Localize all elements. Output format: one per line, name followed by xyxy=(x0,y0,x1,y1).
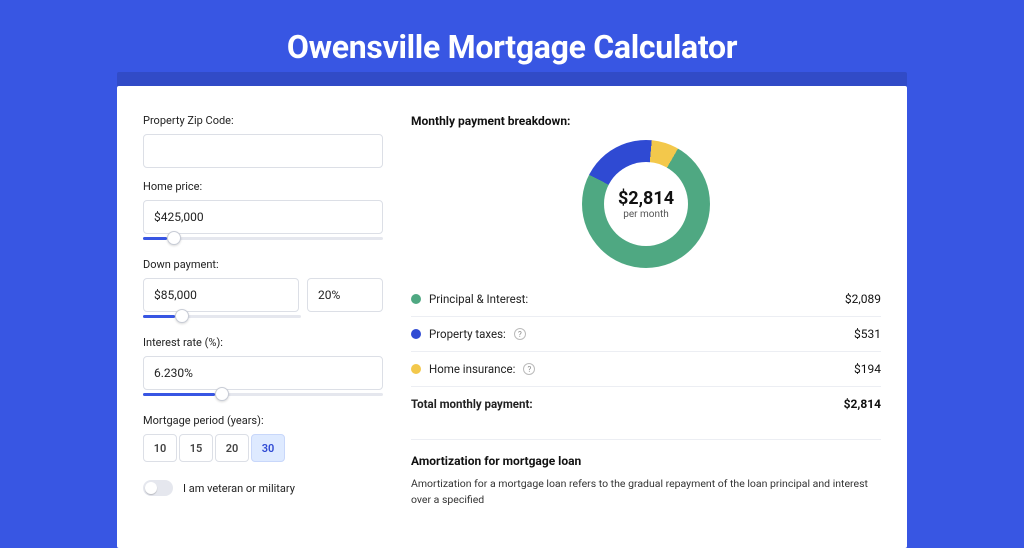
form-column: Property Zip Code: Home price: Down paym… xyxy=(143,114,383,508)
total-value: $2,814 xyxy=(844,397,881,411)
period-button-10[interactable]: 10 xyxy=(143,434,177,462)
mortgage-period-label: Mortgage period (years): xyxy=(143,414,383,427)
home-price-slider[interactable] xyxy=(143,232,383,246)
period-button-30[interactable]: 30 xyxy=(251,434,285,462)
page-title: Owensville Mortgage Calculator xyxy=(0,0,1024,86)
mortgage-period-group: 10152030 xyxy=(143,434,383,462)
down-payment-label: Down payment: xyxy=(143,258,383,271)
breakdown-value: $194 xyxy=(854,362,881,376)
payment-donut-chart: $2,814 per month xyxy=(582,140,710,268)
calculator-card: Property Zip Code: Home price: Down paym… xyxy=(117,86,907,548)
down-payment-pct-input[interactable] xyxy=(307,278,383,312)
donut-amount: $2,814 xyxy=(618,188,674,209)
home-price-input[interactable] xyxy=(143,200,383,234)
breakdown-value: $2,089 xyxy=(845,292,881,306)
legend-dot xyxy=(411,329,421,339)
results-column: Monthly payment breakdown: $2,814 per mo… xyxy=(411,114,881,508)
breakdown-row: Principal & Interest: $2,089 xyxy=(411,282,881,316)
breakdown-row: Home insurance:? $194 xyxy=(411,351,881,386)
amortization-body: Amortization for a mortgage loan refers … xyxy=(411,476,881,508)
down-payment-input[interactable] xyxy=(143,278,299,312)
breakdown-label: Principal & Interest: xyxy=(429,292,528,306)
veteran-toggle[interactable] xyxy=(143,480,173,496)
breakdown-value: $531 xyxy=(854,327,881,341)
zip-label: Property Zip Code: xyxy=(143,114,383,127)
help-icon[interactable]: ? xyxy=(523,363,535,375)
breakdown-label: Home insurance: xyxy=(429,362,515,376)
breakdown-header: Monthly payment breakdown: xyxy=(411,114,881,128)
amortization-header: Amortization for mortgage loan xyxy=(411,454,881,468)
interest-rate-slider[interactable] xyxy=(143,388,383,402)
zip-input[interactable] xyxy=(143,134,383,168)
donut-subtext: per month xyxy=(623,209,669,220)
period-button-20[interactable]: 20 xyxy=(215,434,249,462)
interest-rate-label: Interest rate (%): xyxy=(143,336,383,349)
total-label: Total monthly payment: xyxy=(411,397,533,411)
legend-dot xyxy=(411,364,421,374)
interest-rate-input[interactable] xyxy=(143,356,383,390)
help-icon[interactable]: ? xyxy=(514,328,526,340)
down-payment-slider[interactable] xyxy=(143,310,301,324)
breakdown-row: Property taxes:? $531 xyxy=(411,316,881,351)
veteran-label: I am veteran or military xyxy=(183,482,295,495)
home-price-label: Home price: xyxy=(143,180,383,193)
period-button-15[interactable]: 15 xyxy=(179,434,213,462)
breakdown-label: Property taxes: xyxy=(429,327,506,341)
legend-dot xyxy=(411,294,421,304)
